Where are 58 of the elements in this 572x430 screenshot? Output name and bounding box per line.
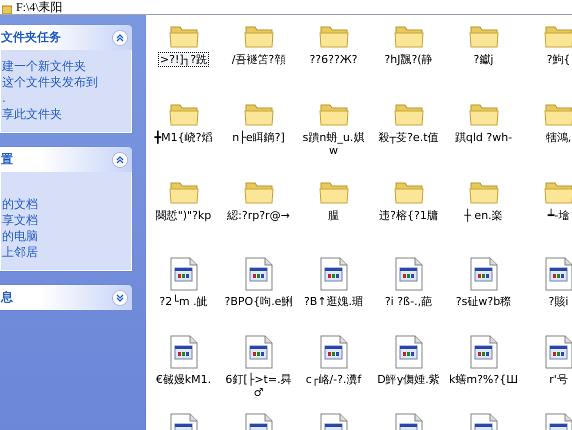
application-file-icon [470, 335, 498, 369]
folder-name[interactable]: 踑qld ?wh- [452, 130, 514, 145]
file-name[interactable]: k蟮m?%?{Ш [447, 372, 520, 387]
panel-title: 置 [1, 151, 13, 168]
folder-name[interactable]: >?!]┐?跣 [158, 52, 210, 67]
folder-name[interactable]: ?鮈{ [544, 52, 572, 67]
chevron-icon [116, 156, 124, 164]
collapse-button[interactable] [112, 152, 128, 168]
application-file-icon [394, 335, 422, 369]
folder-name[interactable]: 闋悊")"?kp [154, 208, 214, 223]
application-file-icon [394, 257, 422, 291]
file-name[interactable]: c┌峈/-?.瀵f [304, 372, 364, 387]
folder-name[interactable]: ?钀j [472, 52, 496, 67]
collapse-button[interactable] [112, 30, 128, 46]
folder-name[interactable]: 腽 [326, 208, 341, 223]
folder-name[interactable]: ?hJ飁?(静 [382, 52, 435, 67]
folder-name[interactable]: ╋M1{峣?熖 [152, 130, 214, 145]
application-file-icon [320, 335, 348, 369]
application-file-icon [170, 257, 198, 291]
file-name[interactable]: ?s砋w?b穄 [454, 294, 514, 309]
folder-name[interactable]: n├e眲鏑?] [230, 130, 287, 145]
task-link[interactable]: 上邻居 [2, 244, 127, 260]
folder-name[interactable]: 殺┬芟?e.t值 [376, 130, 441, 145]
panel-title: 息 [1, 289, 13, 306]
task-link[interactable]: 建一个新文件夹 [2, 58, 127, 74]
file-name[interactable]: 6釘[├>t=.曻 ♂ [221, 372, 296, 400]
task-link[interactable]: 享文档 [2, 212, 127, 228]
chevron-icon [116, 34, 124, 42]
task-link[interactable]: 的文档 [2, 196, 127, 212]
folder-name[interactable]: 违?榕{?1牗 [377, 208, 440, 223]
application-file-icon [244, 257, 272, 291]
folder-name[interactable]: 犗鴻, [544, 130, 572, 145]
application-file-icon [470, 257, 498, 291]
file-name[interactable]: ?B↑逛媿.瑂 [302, 294, 366, 309]
folder-name[interactable]: ┼ en.楽 [462, 208, 505, 223]
folder-name[interactable]: /吾襚笘?顇 [230, 52, 288, 67]
file-name[interactable]: ?賅i [546, 294, 570, 309]
folder-name[interactable]: ┷-墖 [546, 208, 572, 223]
file-name[interactable]: ?BPO{呴.e鯏 [222, 294, 294, 309]
file-name[interactable]: r'号 [547, 372, 570, 387]
folder-name[interactable]: 綛:?rp?r@→ [225, 208, 292, 223]
task-link[interactable]: 的电脑 [2, 228, 127, 244]
file-name[interactable]: ?i ?ß-.,葩 [382, 294, 434, 309]
file-name[interactable]: D鮃y儛娷.紫 [375, 372, 442, 387]
address-path: F:\4\耒阳 [16, 1, 63, 14]
task-link[interactable]: 享此文件夹 [2, 106, 127, 122]
file-name[interactable]: €戫嫚kM1. [154, 372, 214, 387]
file-name[interactable]: ?2└m .皉 [157, 294, 210, 309]
folder-name[interactable]: ??6??Ж? [307, 52, 360, 67]
folder-name[interactable]: s蹪n蚒_u.娸 w [296, 130, 371, 158]
task-link[interactable]: 这个文件夹发布到 [2, 74, 127, 90]
expand-button[interactable] [112, 290, 128, 306]
application-file-icon [320, 257, 348, 291]
task-link[interactable]: . [2, 90, 127, 106]
application-file-icon [170, 335, 198, 369]
chevron-icon [116, 294, 124, 302]
panel-title: 文件夹任务 [1, 29, 61, 46]
application-file-icon [244, 335, 272, 369]
